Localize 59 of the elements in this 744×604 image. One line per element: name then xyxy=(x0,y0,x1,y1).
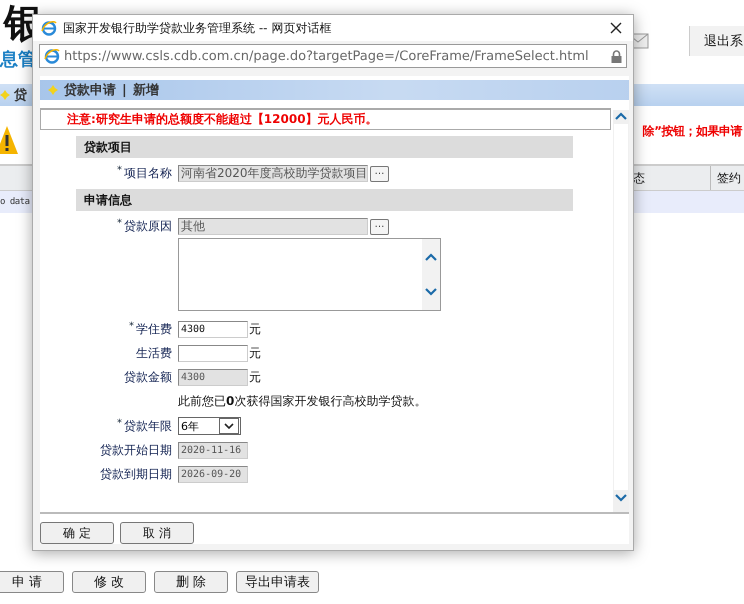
scroll-up-icon[interactable] xyxy=(425,252,437,261)
logout-link[interactable]: 退出系 xyxy=(689,26,744,56)
loan-history-note: 此前您已0次获得国家开发银行高校助学贷款。 xyxy=(178,393,426,410)
dropdown-icon xyxy=(224,423,234,429)
unit-label: 元 xyxy=(249,369,261,386)
field-label: 贷款到期日期 xyxy=(100,466,172,483)
scrollbar[interactable] xyxy=(613,110,629,512)
dialog-button[interactable]: 取 消 xyxy=(120,522,194,544)
amount-field[interactable]: 4300 xyxy=(178,369,248,386)
required-mark: * xyxy=(129,321,134,332)
field-label: 贷款年限 xyxy=(124,418,172,434)
field-label: 贷款开始日期 xyxy=(100,442,172,459)
required-mark: * xyxy=(117,418,122,428)
date-field[interactable]: 2020-11-16 xyxy=(178,442,248,459)
field-label: 项目名称 xyxy=(124,165,172,182)
required-mark: * xyxy=(117,218,122,229)
amount-field[interactable]: 4300 xyxy=(178,321,248,338)
window-title: 国家开发银行助学贷款业务管理系统 -- 网页对话框 xyxy=(63,20,332,36)
action-button[interactable]: 申 请 xyxy=(0,571,64,593)
notice-text: 注意:研究生申请的总额度不能超过【12000】元人民币。 xyxy=(67,111,378,128)
breadcrumb-item: 新增 xyxy=(132,82,159,99)
diamond-icon xyxy=(48,85,58,95)
required-mark: * xyxy=(117,165,122,176)
text-area[interactable] xyxy=(178,238,441,311)
section-title: 贷 xyxy=(14,86,27,104)
breadcrumb-separator: | xyxy=(122,82,127,98)
lock-icon xyxy=(611,50,622,62)
action-button[interactable]: 修 改 xyxy=(72,571,146,593)
empty-message: o data xyxy=(0,197,30,207)
close-icon xyxy=(610,22,622,34)
browse-button[interactable]: ··· xyxy=(370,166,389,182)
scroll-down-icon[interactable] xyxy=(615,494,627,502)
breadcrumb-item: 贷款申请 xyxy=(64,82,116,99)
lookup-field[interactable]: 其他 xyxy=(178,218,368,235)
field-label: 学住费 xyxy=(136,321,172,338)
field-label: 贷款金额 xyxy=(124,369,172,386)
column-header: 签约 xyxy=(710,166,744,190)
dialog-button[interactable]: 确 定 xyxy=(40,522,114,544)
diamond-icon xyxy=(0,90,10,100)
field-label: 贷款原因 xyxy=(124,218,172,235)
scroll-down-icon[interactable] xyxy=(425,288,437,296)
date-field[interactable]: 2026-09-20 xyxy=(178,466,248,483)
warning-text: 除”按钮；如果申请 xyxy=(642,122,742,140)
browser-icon xyxy=(44,48,60,64)
unit-label: 元 xyxy=(249,345,261,362)
action-button[interactable]: 导出申请表 xyxy=(236,571,319,593)
amount-field[interactable] xyxy=(178,345,248,362)
warning-icon xyxy=(0,125,18,155)
unit-label: 元 xyxy=(249,321,261,338)
section-heading: 贷款项目 xyxy=(84,138,132,156)
lookup-field[interactable]: 河南省2020年度高校助学贷款项目 xyxy=(178,165,368,182)
url-text: https://www.csls.cdb.com.cn/page.do?targetPage=/CoreFrame/FrameSelect.html xyxy=(64,48,589,64)
section-heading: 申请信息 xyxy=(84,192,132,208)
action-button[interactable]: 删 除 xyxy=(154,571,228,593)
scroll-up-icon[interactable] xyxy=(615,112,627,120)
field-label: 生活费 xyxy=(136,345,172,362)
browser-icon xyxy=(41,20,57,36)
browse-button[interactable]: ··· xyxy=(370,218,389,234)
term-select[interactable]: 6年 xyxy=(178,417,241,435)
